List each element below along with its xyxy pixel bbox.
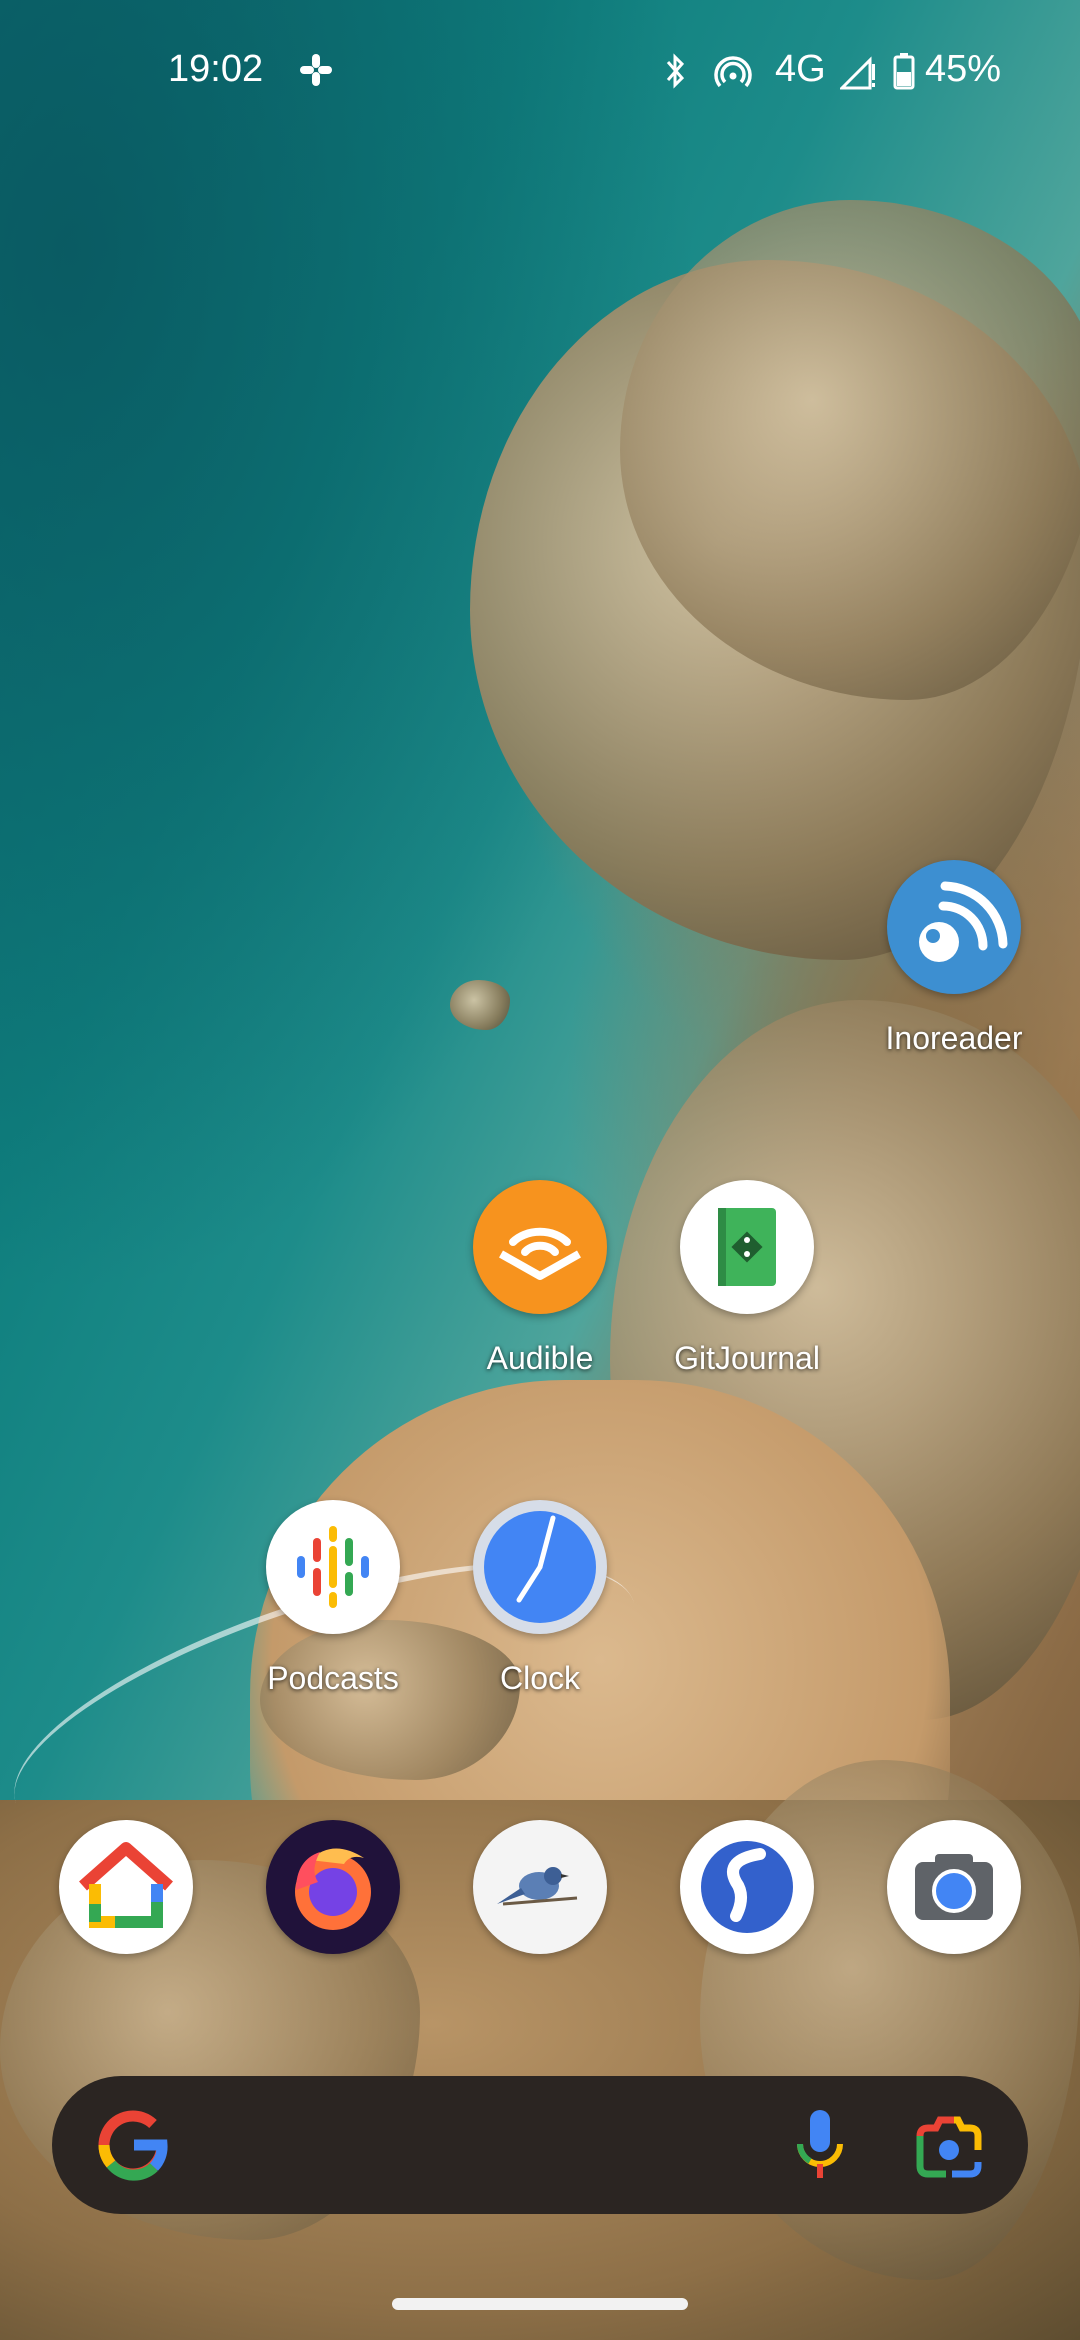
app-label-inoreader: Inoreader (885, 1020, 1023, 1056)
podcasts-icon (266, 1500, 400, 1634)
google-lens-icon[interactable] (912, 2110, 986, 2180)
audible-icon (473, 1180, 607, 1314)
signal-icon (840, 56, 875, 90)
dock-firefox[interactable] (243, 1820, 423, 1954)
gesture-navigation-bar[interactable] (392, 2298, 688, 2310)
battery-percentage: 45% (925, 48, 1002, 90)
camera-icon (887, 1820, 1021, 1954)
app-label-audible: Audible (486, 1340, 594, 1376)
dock-bird-app[interactable] (450, 1820, 630, 1954)
inoreader-icon (887, 860, 1021, 994)
dock-simplenote[interactable] (657, 1820, 837, 1954)
slack-icon (300, 54, 332, 86)
app-audible[interactable]: Audible (450, 1180, 630, 1377)
app-clock[interactable]: Clock (450, 1500, 630, 1697)
microphone-icon[interactable] (790, 2104, 850, 2186)
network-type: 4G (775, 48, 826, 90)
status-time: 19:02 (168, 48, 264, 90)
google-g-icon[interactable] (92, 2104, 174, 2186)
app-label-gitjournal: GitJournal (674, 1340, 820, 1376)
app-label-clock: Clock (499, 1660, 580, 1696)
app-label-podcasts: Podcasts (267, 1660, 399, 1696)
dock-camera[interactable] (864, 1820, 1044, 1954)
clock-icon (473, 1500, 607, 1634)
wallpaper (0, 0, 1080, 2340)
battery-icon (893, 53, 915, 90)
app-podcasts[interactable]: Podcasts (243, 1500, 423, 1697)
bluetooth-icon (666, 53, 685, 89)
simplenote-icon (680, 1820, 814, 1954)
gitjournal-icon (680, 1180, 814, 1314)
app-inoreader[interactable]: Inoreader (864, 860, 1044, 1057)
dock-google-home[interactable] (36, 1820, 216, 1954)
app-gitjournal[interactable]: GitJournal (657, 1180, 837, 1377)
status-bar: 19:02 4G 45% (0, 0, 1080, 140)
google-search-bar[interactable] (52, 2076, 1028, 2214)
firefox-icon (266, 1820, 400, 1954)
bluejay-icon (473, 1820, 607, 1954)
hotspot-icon (714, 56, 752, 88)
google-home-icon (59, 1820, 193, 1954)
